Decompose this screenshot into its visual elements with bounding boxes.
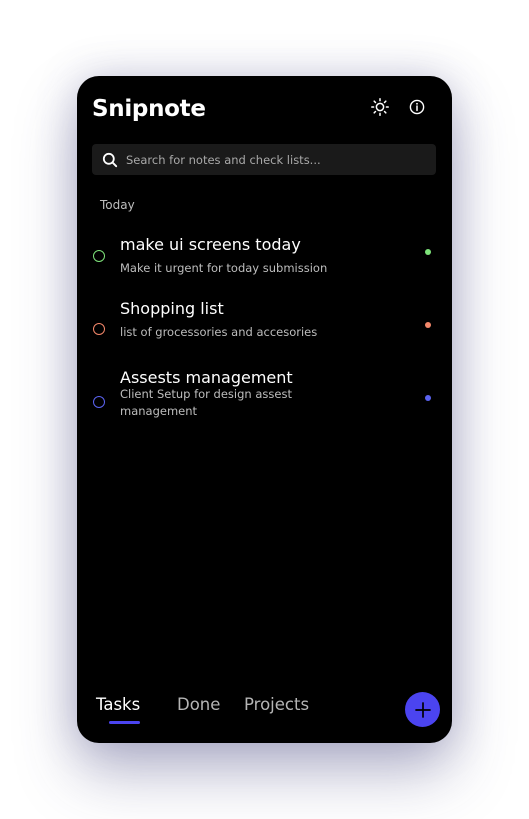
- task-title: Shopping list: [120, 299, 224, 318]
- search-input[interactable]: [124, 151, 436, 168]
- task-checkbox[interactable]: [93, 323, 105, 335]
- task-item[interactable]: Shopping list list of grocessories and a…: [77, 296, 452, 350]
- task-priority-dot: [425, 395, 431, 401]
- phone-screen: Snipnote Search for notes and check list…: [77, 76, 452, 743]
- search-icon: [102, 152, 118, 168]
- app-title: Snipnote: [92, 96, 206, 122]
- task-priority-dot: [425, 249, 431, 255]
- task-item[interactable]: make ui screens today Make it urgent for…: [77, 232, 452, 286]
- task-description: Client Setup for design assest managemen…: [120, 387, 292, 418]
- search-bar[interactable]: [92, 144, 436, 175]
- tab-projects[interactable]: Projects: [244, 695, 309, 714]
- active-tab-indicator: [109, 721, 140, 724]
- task-checkbox[interactable]: [93, 396, 105, 408]
- section-label-today: Today: [100, 198, 135, 212]
- task-checkbox[interactable]: [93, 250, 105, 262]
- tab-tasks[interactable]: Tasks: [96, 695, 140, 714]
- task-description: list of grocessories and accesories: [120, 325, 318, 339]
- task-priority-dot: [425, 322, 431, 328]
- add-task-button[interactable]: [405, 692, 440, 727]
- task-title: make ui screens today: [120, 235, 301, 254]
- sun-icon[interactable]: [369, 96, 391, 118]
- bottom-tab-bar: Tasks Done Projects: [77, 686, 452, 743]
- info-icon[interactable]: [406, 96, 428, 118]
- task-item[interactable]: Assests management Client Setup for desi…: [77, 366, 452, 426]
- plus-icon: [414, 701, 431, 718]
- task-description: Make it urgent for today submission: [120, 261, 328, 275]
- task-title: Assests management: [120, 368, 293, 387]
- tab-done[interactable]: Done: [177, 695, 220, 714]
